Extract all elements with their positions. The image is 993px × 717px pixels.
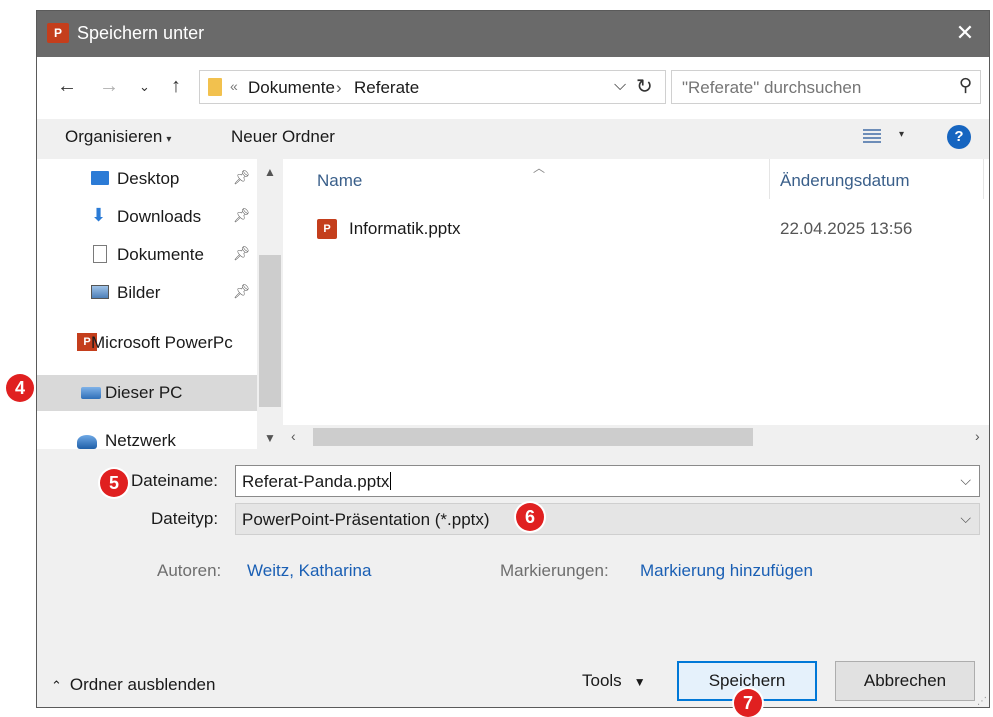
scrollbar-thumb[interactable] bbox=[259, 255, 281, 407]
chevron-down-icon[interactable]: ⌵ bbox=[960, 510, 971, 527]
scroll-down-icon[interactable]: ▼ bbox=[264, 431, 276, 445]
desktop-icon bbox=[91, 171, 109, 185]
text-cursor bbox=[390, 472, 392, 490]
sidebar-item-label: Downloads bbox=[117, 207, 202, 226]
forward-arrow-icon: → bbox=[99, 75, 119, 97]
sidebar-item-label: Netzwerk bbox=[105, 431, 176, 449]
close-icon[interactable]: ✕ bbox=[949, 17, 981, 49]
annotation-badge-6: 6 bbox=[516, 503, 544, 531]
sidebar-item-label: Desktop bbox=[117, 169, 180, 188]
sidebar-item-label: Microsoft PowerPc bbox=[91, 333, 233, 352]
search-input[interactable] bbox=[680, 75, 934, 101]
save-as-dialog: P Speichern unter ✕ ← → ⌄ ↑ « Dokumente … bbox=[36, 10, 990, 708]
up-arrow-icon[interactable]: ↑ bbox=[171, 75, 181, 98]
resize-grip-icon[interactable]: ⋰ bbox=[977, 696, 987, 707]
sidebar-item-downloads[interactable]: ⬇ Downloads 📌︎ bbox=[37, 199, 257, 235]
authors-value[interactable]: Weitz, Katharina bbox=[247, 561, 371, 581]
annotation-badge-7: 7 bbox=[734, 689, 762, 717]
new-folder-button[interactable]: Neuer Ordner bbox=[231, 127, 335, 147]
sidebar-item-dieser-pc[interactable]: Dieser PC bbox=[37, 375, 257, 411]
breadcrumb-dokumente[interactable]: Dokumente bbox=[248, 78, 335, 98]
sidebar-item-powerpoint[interactable]: P Microsoft PowerPc bbox=[37, 325, 257, 361]
sidebar-item-label: Bilder bbox=[117, 283, 161, 302]
column-header-name[interactable]: Name bbox=[317, 171, 362, 191]
filetype-select[interactable]: PowerPoint-Präsentation (*.pptx) ⌵ bbox=[235, 503, 980, 535]
sidebar-item-desktop[interactable]: Desktop 📌︎ bbox=[37, 161, 257, 197]
scroll-right-icon[interactable]: › bbox=[975, 428, 980, 444]
horizontal-scrollbar[interactable]: ‹ › bbox=[283, 425, 989, 449]
pictures-icon bbox=[91, 285, 109, 299]
navigation-pane: Desktop 📌︎ ⬇ Downloads 📌︎ Dokumente 📌︎ B… bbox=[37, 159, 257, 449]
column-divider[interactable] bbox=[983, 159, 984, 199]
help-icon[interactable]: ? bbox=[947, 125, 971, 149]
breadcrumb-overflow[interactable]: « bbox=[230, 78, 238, 94]
cancel-button[interactable]: Abbrechen bbox=[835, 661, 975, 701]
save-form: Dateiname: Referat-Panda.pptx ⌵ Dateityp… bbox=[37, 449, 989, 707]
pin-icon[interactable]: 📌︎ bbox=[233, 169, 251, 186]
pin-icon[interactable]: 📌︎ bbox=[233, 283, 251, 300]
breadcrumb-referate[interactable]: Referate bbox=[354, 78, 419, 98]
file-name: Informatik.pptx bbox=[349, 219, 461, 238]
tools-menu[interactable]: Tools ▼ bbox=[582, 671, 646, 691]
recent-locations-chevron-icon[interactable]: ⌄ bbox=[139, 79, 150, 95]
chevron-down-icon[interactable]: ⌵ bbox=[960, 472, 971, 489]
address-bar: ← → ⌄ ↑ « Dokumente › Referate ⌵ ↻ ⚲ bbox=[37, 57, 989, 119]
document-icon bbox=[93, 245, 107, 263]
caret-down-icon: ▼ bbox=[633, 675, 646, 689]
filename-value: Referat-Panda.pptx bbox=[242, 472, 392, 492]
column-divider[interactable] bbox=[769, 159, 770, 199]
annotation-badge-5: 5 bbox=[100, 469, 128, 497]
filename-label: Dateiname: bbox=[131, 471, 218, 490]
caret-down-icon[interactable]: ▾ bbox=[899, 129, 904, 140]
sidebar-item-bilder[interactable]: Bilder 📌︎ bbox=[37, 275, 257, 311]
title-bar: P Speichern unter ✕ bbox=[37, 11, 989, 57]
scroll-up-icon[interactable]: ▲ bbox=[264, 165, 276, 179]
window-title: Speichern unter bbox=[77, 23, 205, 43]
pin-icon[interactable]: 📌︎ bbox=[233, 207, 251, 224]
sidebar-item-label: Dokumente bbox=[117, 245, 204, 264]
scrollbar-thumb[interactable] bbox=[313, 428, 753, 446]
search-icon[interactable]: ⚲ bbox=[959, 75, 972, 96]
caret-down-icon: ▾ bbox=[166, 134, 172, 145]
filename-text: Referat-Panda.pptx bbox=[242, 472, 390, 491]
breadcrumb-separator[interactable]: › bbox=[336, 78, 342, 98]
filetype-label: Dateityp: bbox=[151, 509, 219, 528]
search-box: ⚲ bbox=[671, 70, 981, 104]
tags-value[interactable]: Markierung hinzufügen bbox=[640, 561, 813, 581]
computer-icon bbox=[81, 387, 101, 399]
tags-label: Markierungen: bbox=[500, 561, 609, 580]
filename-field[interactable]: Referat-Panda.pptx ⌵ bbox=[235, 465, 980, 497]
folder-icon bbox=[208, 78, 222, 96]
hide-folders-label: Ordner ausblenden bbox=[69, 675, 216, 694]
chevron-up-icon: ⌃ bbox=[51, 678, 62, 693]
annotation-badge-4: 4 bbox=[6, 374, 34, 402]
organize-button[interactable]: Organisieren ▾ bbox=[65, 127, 171, 147]
sidebar-item-dokumente[interactable]: Dokumente 📌︎ bbox=[37, 237, 257, 273]
column-header-date[interactable]: Änderungsdatum bbox=[780, 171, 909, 191]
download-arrow-icon: ⬇ bbox=[91, 205, 107, 225]
back-arrow-icon[interactable]: ← bbox=[57, 75, 77, 98]
sidebar-item-label: Dieser PC bbox=[105, 383, 183, 402]
command-bar: Organisieren ▾ Neuer Ordner ▾ ? bbox=[37, 119, 989, 160]
refresh-icon[interactable]: ↻ bbox=[636, 74, 653, 99]
file-list: ︿ Name Änderungsdatum P Informatik.pptx … bbox=[283, 159, 989, 449]
chevron-down-icon[interactable]: ⌵ bbox=[614, 77, 626, 95]
sidebar-item-netzwerk[interactable]: Netzwerk bbox=[37, 423, 257, 449]
sort-ascending-icon: ︿ bbox=[533, 161, 546, 175]
network-icon bbox=[77, 435, 97, 449]
hide-folders-toggle[interactable]: ⌃ Ordner ausblenden bbox=[51, 675, 215, 695]
navigation-scrollbar[interactable]: ▲ ▼ bbox=[257, 159, 283, 449]
file-date: 22.04.2025 13:56 bbox=[780, 219, 913, 238]
table-row[interactable]: P Informatik.pptx 22.04.2025 13:56 bbox=[283, 207, 989, 247]
tools-label: Tools bbox=[582, 671, 622, 690]
filetype-value: PowerPoint-Präsentation (*.pptx) bbox=[242, 510, 490, 529]
pin-icon[interactable]: 📌︎ bbox=[233, 245, 251, 262]
organize-label: Organisieren bbox=[65, 127, 163, 146]
scroll-left-icon[interactable]: ‹ bbox=[291, 428, 296, 444]
breadcrumb[interactable]: « Dokumente › Referate ⌵ ↻ bbox=[199, 70, 666, 104]
pptx-file-icon: P bbox=[317, 219, 337, 239]
authors-label: Autoren: bbox=[157, 561, 222, 580]
powerpoint-icon: P bbox=[47, 23, 69, 43]
view-options-icon[interactable] bbox=[863, 129, 881, 145]
